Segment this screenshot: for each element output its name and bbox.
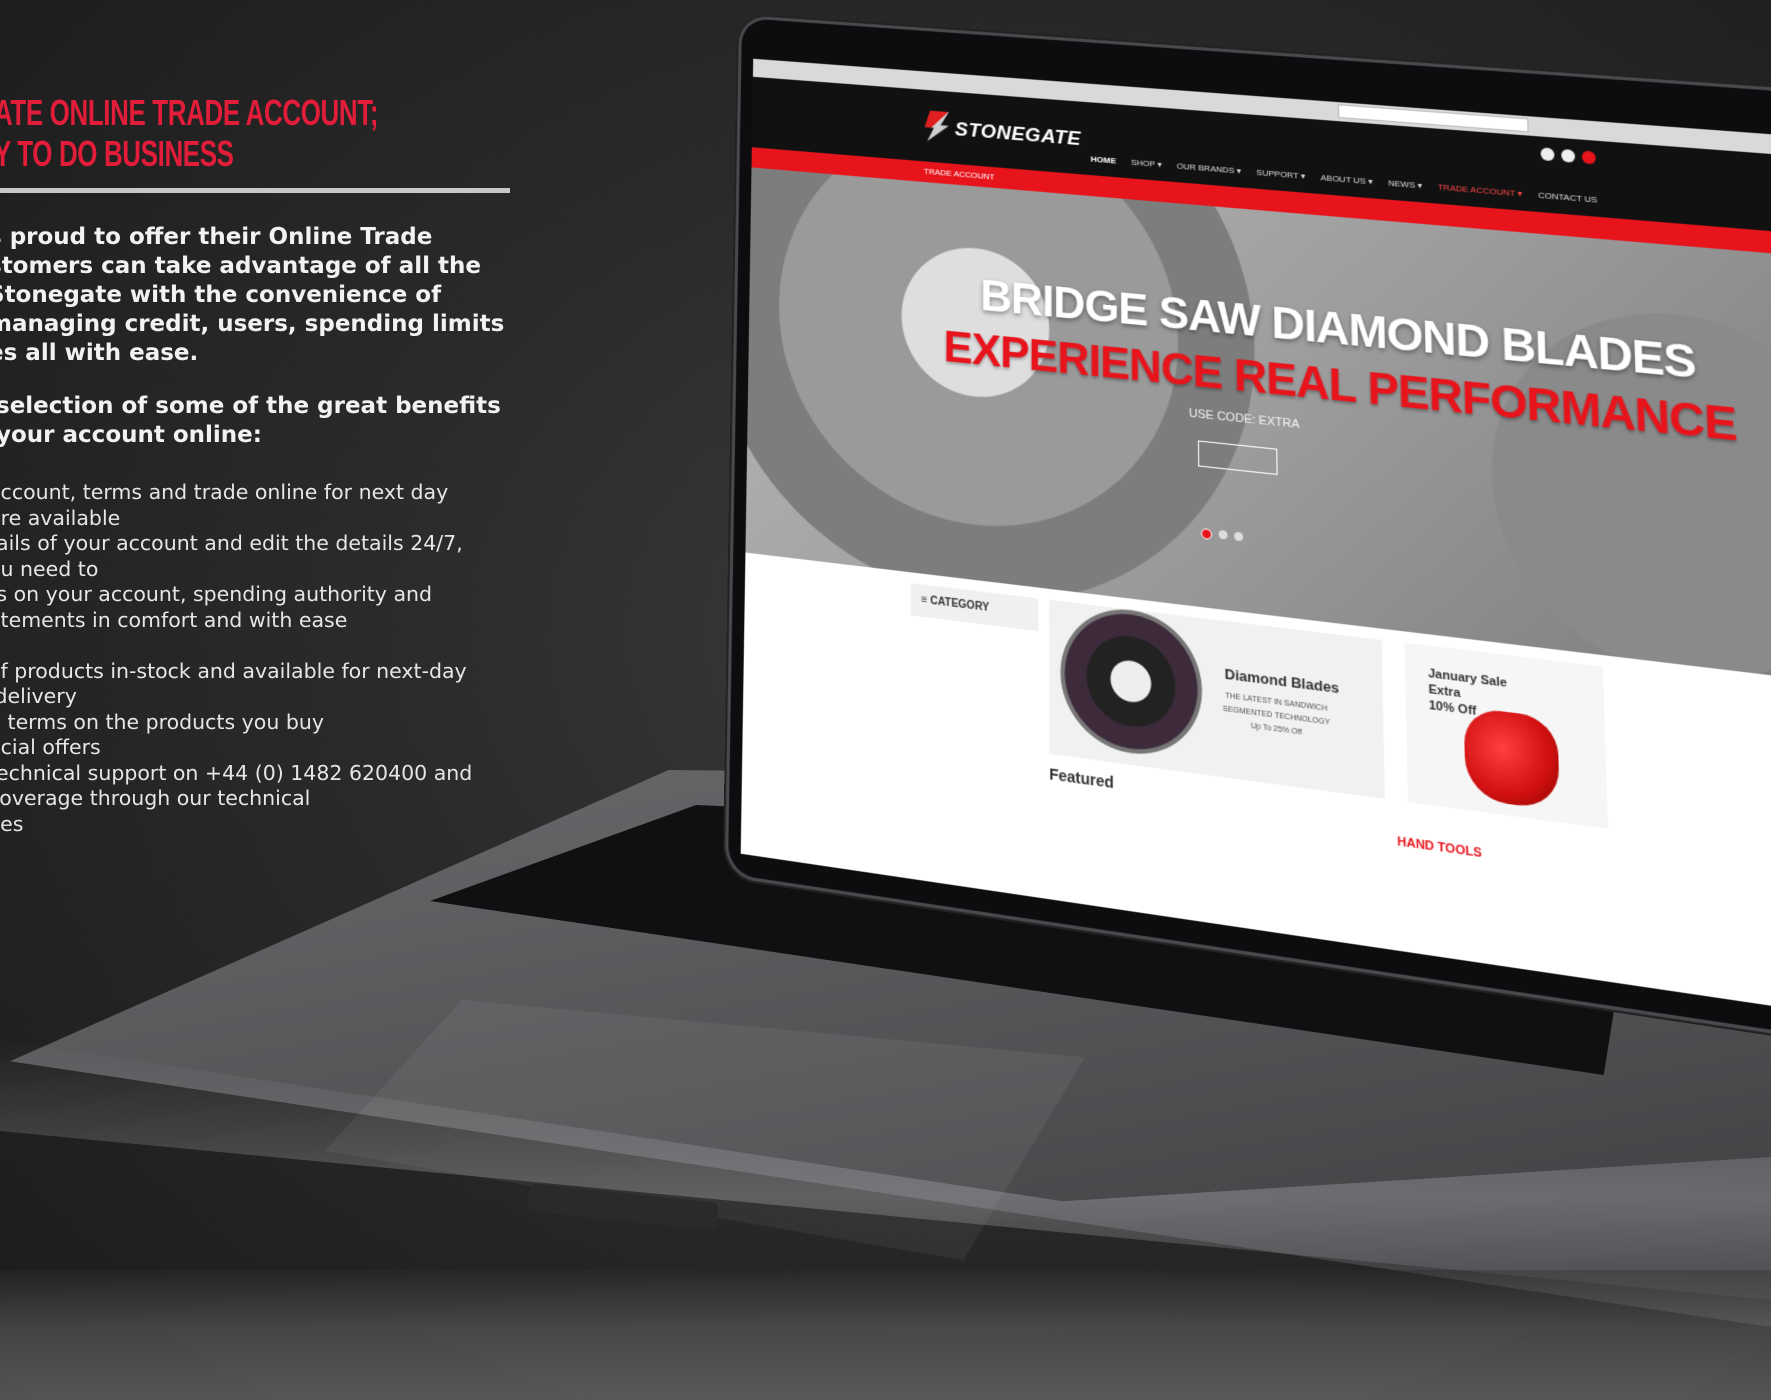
site-logo-text[interactable]: STONEGATE bbox=[955, 119, 1081, 152]
social-icon[interactable] bbox=[1540, 147, 1554, 161]
carousel-dot[interactable] bbox=[1201, 528, 1212, 540]
nav-item-about-us[interactable]: ABOUT US ▾ bbox=[1321, 173, 1373, 187]
nav-item-shop[interactable]: SHOP ▾ bbox=[1131, 158, 1162, 170]
carousel-dot[interactable] bbox=[1234, 532, 1243, 542]
category-item[interactable] bbox=[910, 653, 912, 680]
hero-discount-code: USE CODE: EXTRA bbox=[1189, 407, 1300, 431]
nav-item-support[interactable]: SUPPORT ▾ bbox=[1256, 168, 1305, 181]
floor-reflection bbox=[0, 1270, 1771, 1400]
nav-item-our-brands[interactable]: OUR BRANDS ▾ bbox=[1177, 161, 1241, 176]
diamond-blade-disc-image bbox=[1060, 601, 1203, 763]
promo-card-diamond-blades[interactable]: Diamond Blades THE LATEST IN SANDWICH SE… bbox=[1049, 600, 1385, 799]
carousel-dots bbox=[1201, 528, 1243, 544]
category-item[interactable] bbox=[909, 762, 911, 790]
nav-item-home[interactable]: HOME bbox=[1091, 154, 1116, 165]
social-icon[interactable] bbox=[1582, 150, 1596, 164]
promo-card-january-sale[interactable]: January Sale Extra 10% Off bbox=[1405, 643, 1608, 829]
category-item[interactable] bbox=[910, 680, 912, 708]
category-menu-header[interactable]: ≡ CATEGORY bbox=[911, 583, 1039, 631]
featured-heading: Featured bbox=[1049, 765, 1114, 792]
hand-tools-heading: HAND TOOLS bbox=[1397, 835, 1482, 861]
website-screen: STONEGATE HOME SHOP ▾ OUR BRANDS ▾ SUPPO… bbox=[741, 59, 1771, 1023]
category-item[interactable] bbox=[910, 735, 912, 763]
category-list bbox=[909, 626, 912, 790]
trade-account-link[interactable]: TRADE ACCOUNT bbox=[924, 167, 995, 182]
nav-item-contact-us[interactable]: CONTACT US bbox=[1538, 190, 1597, 205]
hero-shop-button[interactable] bbox=[1198, 440, 1278, 475]
nav-item-trade-account[interactable]: TRADE ACCOUNT ▾ bbox=[1438, 182, 1523, 199]
category-item[interactable] bbox=[910, 626, 912, 653]
social-icon[interactable] bbox=[1561, 149, 1575, 163]
laptop-mockup: STONEGATE HOME SHOP ▾ OUR BRANDS ▾ SUPPO… bbox=[0, 0, 1771, 1400]
promo-subtitle: THE LATEST IN SANDWICH SEGMENTED TECHNOL… bbox=[1223, 690, 1331, 744]
hand-tool-product-image bbox=[1464, 707, 1560, 811]
nav-item-news[interactable]: NEWS ▾ bbox=[1388, 178, 1422, 190]
stonegate-logo-icon[interactable] bbox=[922, 110, 949, 143]
category-item[interactable] bbox=[910, 708, 912, 736]
carousel-dot[interactable] bbox=[1219, 530, 1228, 540]
